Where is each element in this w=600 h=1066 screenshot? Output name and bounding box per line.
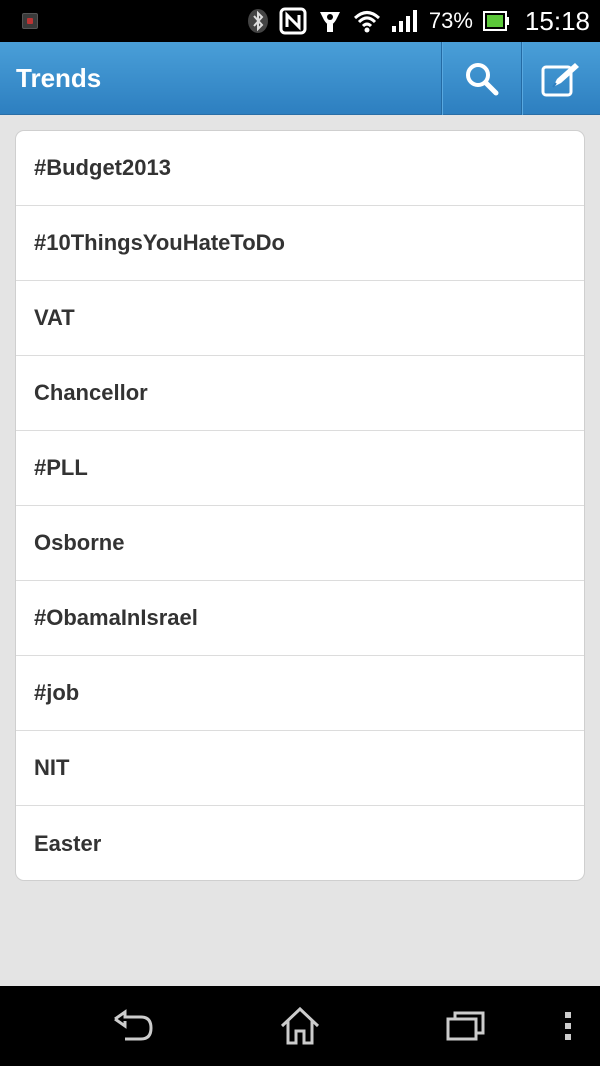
signal-icon xyxy=(391,10,417,32)
trend-item[interactable]: Chancellor xyxy=(16,356,584,431)
recent-apps-button[interactable] xyxy=(421,986,511,1066)
compose-icon xyxy=(541,62,579,96)
home-button[interactable] xyxy=(255,986,345,1066)
trend-item[interactable]: Easter xyxy=(16,806,584,880)
trend-item[interactable]: #Budget2013 xyxy=(16,131,584,206)
clock: 15:18 xyxy=(524,5,590,36)
trend-item[interactable]: #PLL xyxy=(16,431,584,506)
status-bar: 73% 15:18 xyxy=(0,0,600,42)
trend-item[interactable]: Osborne xyxy=(16,506,584,581)
search-button[interactable] xyxy=(441,42,521,115)
home-icon xyxy=(280,1006,320,1045)
trends-list: #Budget2013 #10ThingsYouHateToDo VAT Cha… xyxy=(15,130,585,881)
recent-apps-icon xyxy=(446,1011,485,1041)
battery-percent: 73% xyxy=(428,8,473,33)
trend-item[interactable]: #job xyxy=(16,656,584,731)
menu-icon xyxy=(565,1012,571,1040)
back-icon xyxy=(114,1009,153,1041)
nfc-icon xyxy=(279,7,307,35)
trend-item[interactable]: NIT xyxy=(16,731,584,806)
navigation-bar xyxy=(0,986,600,1066)
compose-button[interactable] xyxy=(521,42,600,115)
action-bar: Trends xyxy=(0,42,600,115)
bluetooth-icon xyxy=(247,9,268,33)
trend-item[interactable]: #ObamaInIsrael xyxy=(16,581,584,656)
page-title: Trends xyxy=(16,63,102,93)
trend-item[interactable]: #10ThingsYouHateToDo xyxy=(16,206,584,281)
notification-icon xyxy=(22,13,38,29)
app-icon xyxy=(319,12,340,32)
menu-button[interactable] xyxy=(540,986,596,1066)
back-button[interactable] xyxy=(88,986,178,1066)
wifi-icon xyxy=(353,11,380,33)
search-icon xyxy=(465,62,498,95)
battery-icon xyxy=(482,11,509,31)
trend-item[interactable]: VAT xyxy=(16,281,584,356)
